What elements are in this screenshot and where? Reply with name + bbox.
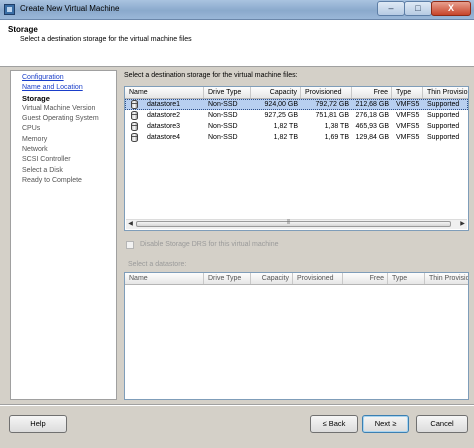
column-name[interactable]: Name (125, 87, 204, 98)
window-title: Create New Virtual Machine (20, 4, 120, 13)
storage-instruction: Select a destination storage for the vir… (124, 72, 298, 79)
scroll-left-arrow-icon[interactable]: ◀ (126, 220, 135, 229)
column-name: Name (125, 273, 204, 284)
scroll-right-arrow-icon[interactable]: ▶ (458, 220, 467, 229)
cancel-button[interactable]: Cancel (416, 415, 468, 433)
step-network: Network (22, 146, 48, 154)
datastore-icon (131, 122, 138, 131)
table-row[interactable]: datastore4 Non-SSD 1,82 TB 1,69 TB 129,8… (125, 132, 468, 143)
step-vm-version: Virtual Machine Version (22, 104, 96, 112)
table-row[interactable]: datastore2 Non-SSD 927,25 GB 751,81 GB 2… (125, 110, 468, 121)
back-button[interactable]: ≤ Back (310, 415, 358, 433)
column-type: Type (388, 273, 425, 284)
disable-storage-drs-label: Disable Storage DRS for this virtual mac… (140, 241, 279, 248)
disable-storage-drs-checkbox (126, 241, 134, 249)
select-datastore-label: Select a datastore: (128, 261, 187, 268)
column-free[interactable]: Free (352, 87, 392, 98)
step-name-and-location[interactable]: Name and Location (11, 83, 116, 93)
column-drive-type: Drive Type (204, 273, 251, 284)
step-storage: Storage (22, 93, 50, 103)
vm-app-icon (4, 4, 15, 15)
datastore-icon (131, 133, 138, 142)
step-select-disk: Select a Disk (22, 166, 63, 174)
page-title: Storage (8, 25, 38, 34)
close-button[interactable]: X (431, 1, 471, 16)
datastore-table: Name Drive Type Capacity Provisioned Fre… (124, 86, 469, 231)
step-configuration[interactable]: Configuration (11, 73, 116, 83)
datastore-cluster-table-header: Name Drive Type Capacity Provisioned Fre… (125, 273, 468, 285)
table-row[interactable]: datastore1 Non-SSD 924,00 GB 792,72 GB 2… (125, 99, 468, 110)
column-thin-provisioning[interactable]: Thin Provisioning (423, 87, 468, 98)
step-scsi-controller: SCSI Controller (22, 156, 71, 164)
step-ready-to-complete: Ready to Complete (22, 176, 82, 184)
wizard-header: Storage Select a destination storage for… (0, 20, 474, 67)
column-type[interactable]: Type (392, 87, 423, 98)
next-button[interactable]: Next ≥ (362, 415, 409, 433)
column-provisioned: Provisioned (293, 273, 343, 284)
column-capacity: Capacity (251, 273, 293, 284)
step-cpus: CPUs (22, 125, 41, 133)
help-button[interactable]: Help (9, 415, 67, 433)
datastore-cluster-table: Name Drive Type Capacity Provisioned Fre… (124, 272, 469, 400)
column-drive-type[interactable]: Drive Type (204, 87, 251, 98)
step-memory: Memory (22, 135, 48, 143)
column-free: Free (343, 273, 388, 284)
footer-divider-highlight (0, 405, 474, 406)
table-row[interactable]: datastore3 Non-SSD 1,82 TB 1,38 TB 465,9… (125, 121, 468, 132)
column-provisioned[interactable]: Provisioned (301, 87, 352, 98)
datastore-icon (131, 100, 138, 109)
horizontal-scrollbar[interactable]: ◀ ▶ (126, 219, 467, 229)
column-capacity[interactable]: Capacity (251, 87, 301, 98)
wizard-steps: Configuration Name and Location Storage … (10, 70, 117, 400)
minimize-button[interactable]: – (377, 1, 405, 16)
column-thin-provisioning: Thin Provisioning (425, 273, 468, 284)
title-bar: Create New Virtual Machine – □ X (0, 0, 474, 20)
maximize-button[interactable]: □ (404, 1, 432, 16)
datastore-table-header: Name Drive Type Capacity Provisioned Fre… (125, 87, 468, 99)
scrollbar-thumb[interactable] (136, 219, 451, 227)
datastore-icon (131, 111, 138, 120)
step-guest-os: Guest Operating System (22, 115, 99, 123)
page-subtitle: Select a destination storage for the vir… (20, 36, 192, 43)
